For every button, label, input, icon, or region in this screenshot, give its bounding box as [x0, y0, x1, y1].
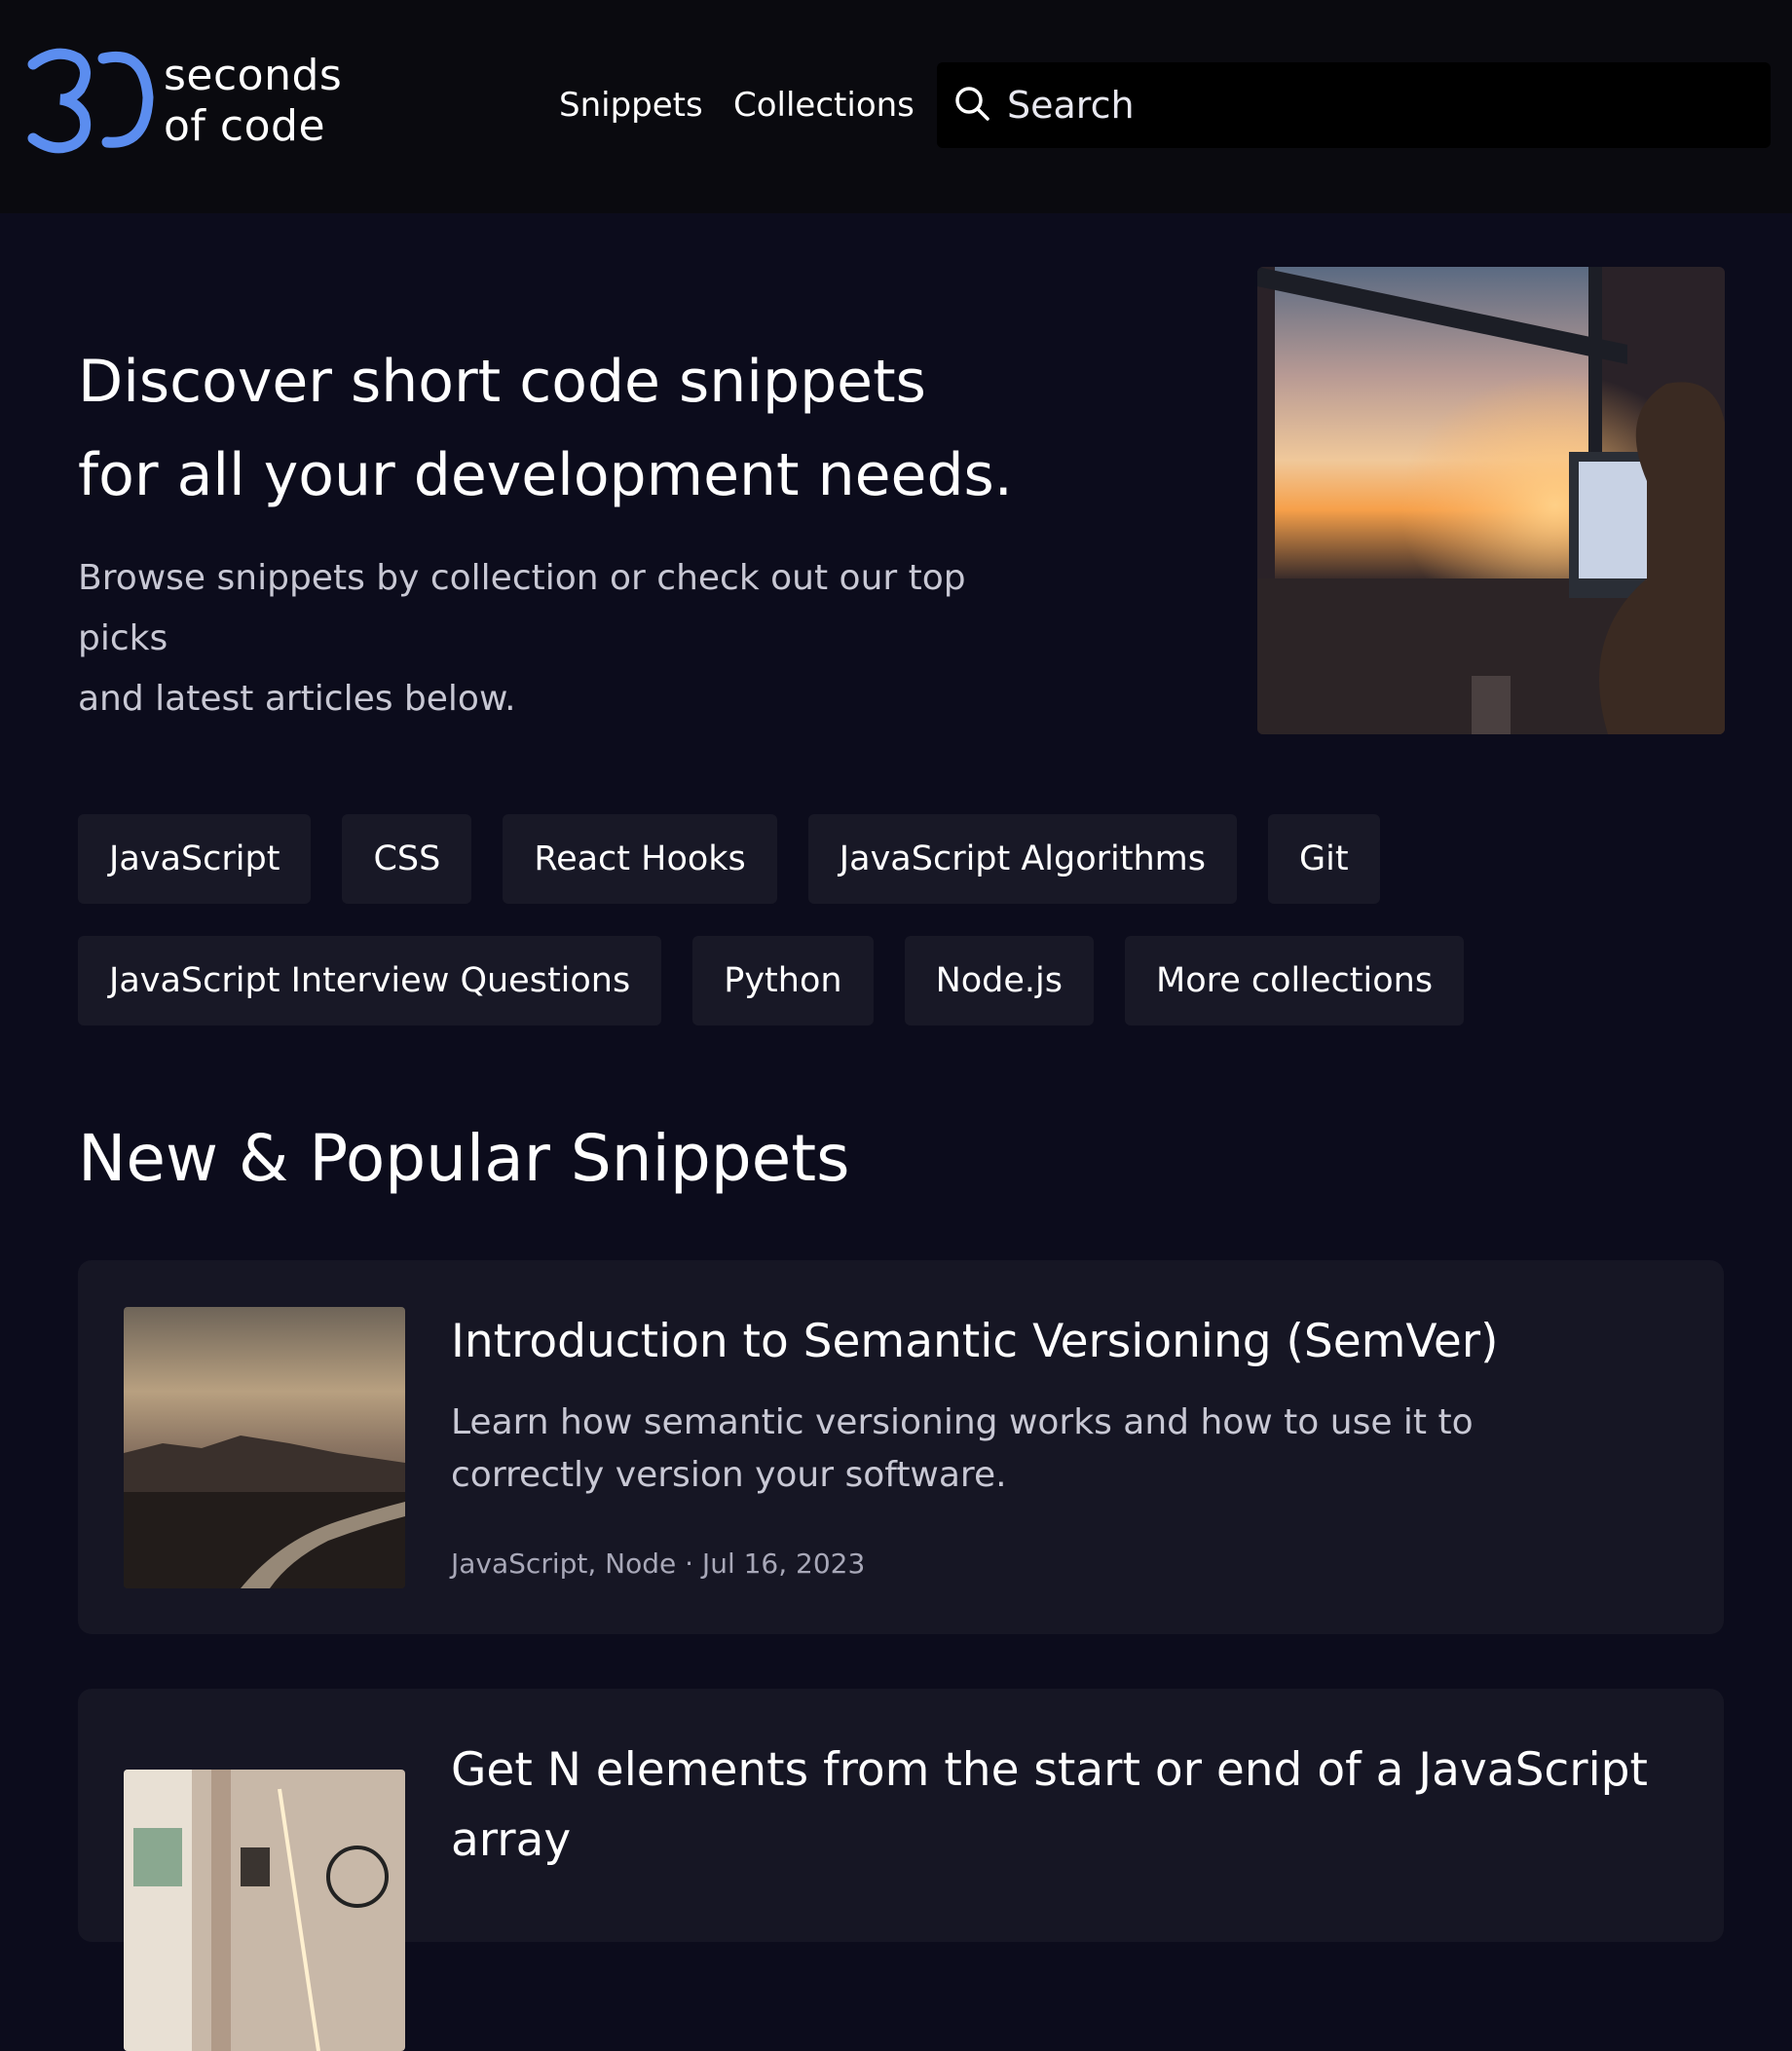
- collections-row-2: JavaScript Interview Questions Python No…: [78, 936, 1734, 1026]
- chip-more-collections[interactable]: More collections: [1125, 936, 1465, 1026]
- nav-collections[interactable]: Collections: [733, 82, 915, 129]
- landscape-thumbnail-image: [124, 1307, 405, 1588]
- snippet-thumbnail: [124, 1770, 405, 2051]
- room-thumbnail-image: [124, 1770, 405, 2051]
- hero-subtitle: Browse snippets by collection or check o…: [78, 548, 1052, 729]
- site-logo[interactable]: seconds of code: [27, 47, 342, 154]
- collections-list: JavaScript CSS React Hooks JavaScript Al…: [78, 814, 1734, 1058]
- site-header: seconds of code Snippets Collections: [0, 0, 1792, 213]
- hero-subtitle-line-2: and latest articles below.: [78, 679, 516, 719]
- chip-javascript[interactable]: JavaScript: [78, 814, 312, 904]
- chip-nodejs[interactable]: Node.js: [904, 936, 1094, 1026]
- hero-sunset-window-image: [1257, 267, 1725, 734]
- hero-image: [1257, 267, 1725, 734]
- hero-subtitle-line-1: Browse snippets by collection or check o…: [78, 558, 966, 658]
- hero-title-line-2: for all your development needs.: [78, 441, 1013, 509]
- snippet-meta: JavaScript, Node · Jul 16, 2023: [451, 1548, 866, 1580]
- snippet-description: Learn how semantic versioning works and …: [451, 1402, 1474, 1495]
- snippet-card[interactable]: Introduction to Semantic Versioning (Sem…: [78, 1260, 1724, 1634]
- snippet-title[interactable]: Introduction to Semantic Versioning (Sem…: [451, 1307, 1678, 1377]
- collections-row-1: JavaScript CSS React Hooks JavaScript Al…: [78, 814, 1734, 904]
- snippet-card[interactable]: Get N elements from the start or end of …: [78, 1689, 1724, 2051]
- chip-python[interactable]: Python: [692, 936, 874, 1026]
- hero-title-line-1: Discover short code snippets: [78, 348, 926, 416]
- hero-title: Discover short code snippets for all you…: [78, 335, 1169, 522]
- logo-line-2: of code: [164, 101, 326, 151]
- chip-javascript-interview-questions[interactable]: JavaScript Interview Questions: [78, 936, 662, 1026]
- section-title: New & Popular Snippets: [78, 1121, 850, 1196]
- snippet-thumbnail: [124, 1307, 405, 1588]
- chip-css[interactable]: CSS: [342, 814, 472, 904]
- search-icon: [955, 87, 989, 121]
- chip-git[interactable]: Git: [1268, 814, 1380, 904]
- logo-30-icon: [27, 48, 154, 154]
- chip-javascript-algorithms[interactable]: JavaScript Algorithms: [807, 814, 1238, 904]
- search-input[interactable]: [1007, 62, 1747, 148]
- logo-line-1: seconds: [164, 51, 343, 100]
- search-bar[interactable]: [937, 62, 1771, 148]
- nav-snippets[interactable]: Snippets: [559, 82, 703, 129]
- snippet-title[interactable]: Get N elements from the start or end of …: [451, 1735, 1678, 1876]
- logo-text: seconds of code: [164, 51, 342, 152]
- chip-react-hooks[interactable]: React Hooks: [503, 814, 777, 904]
